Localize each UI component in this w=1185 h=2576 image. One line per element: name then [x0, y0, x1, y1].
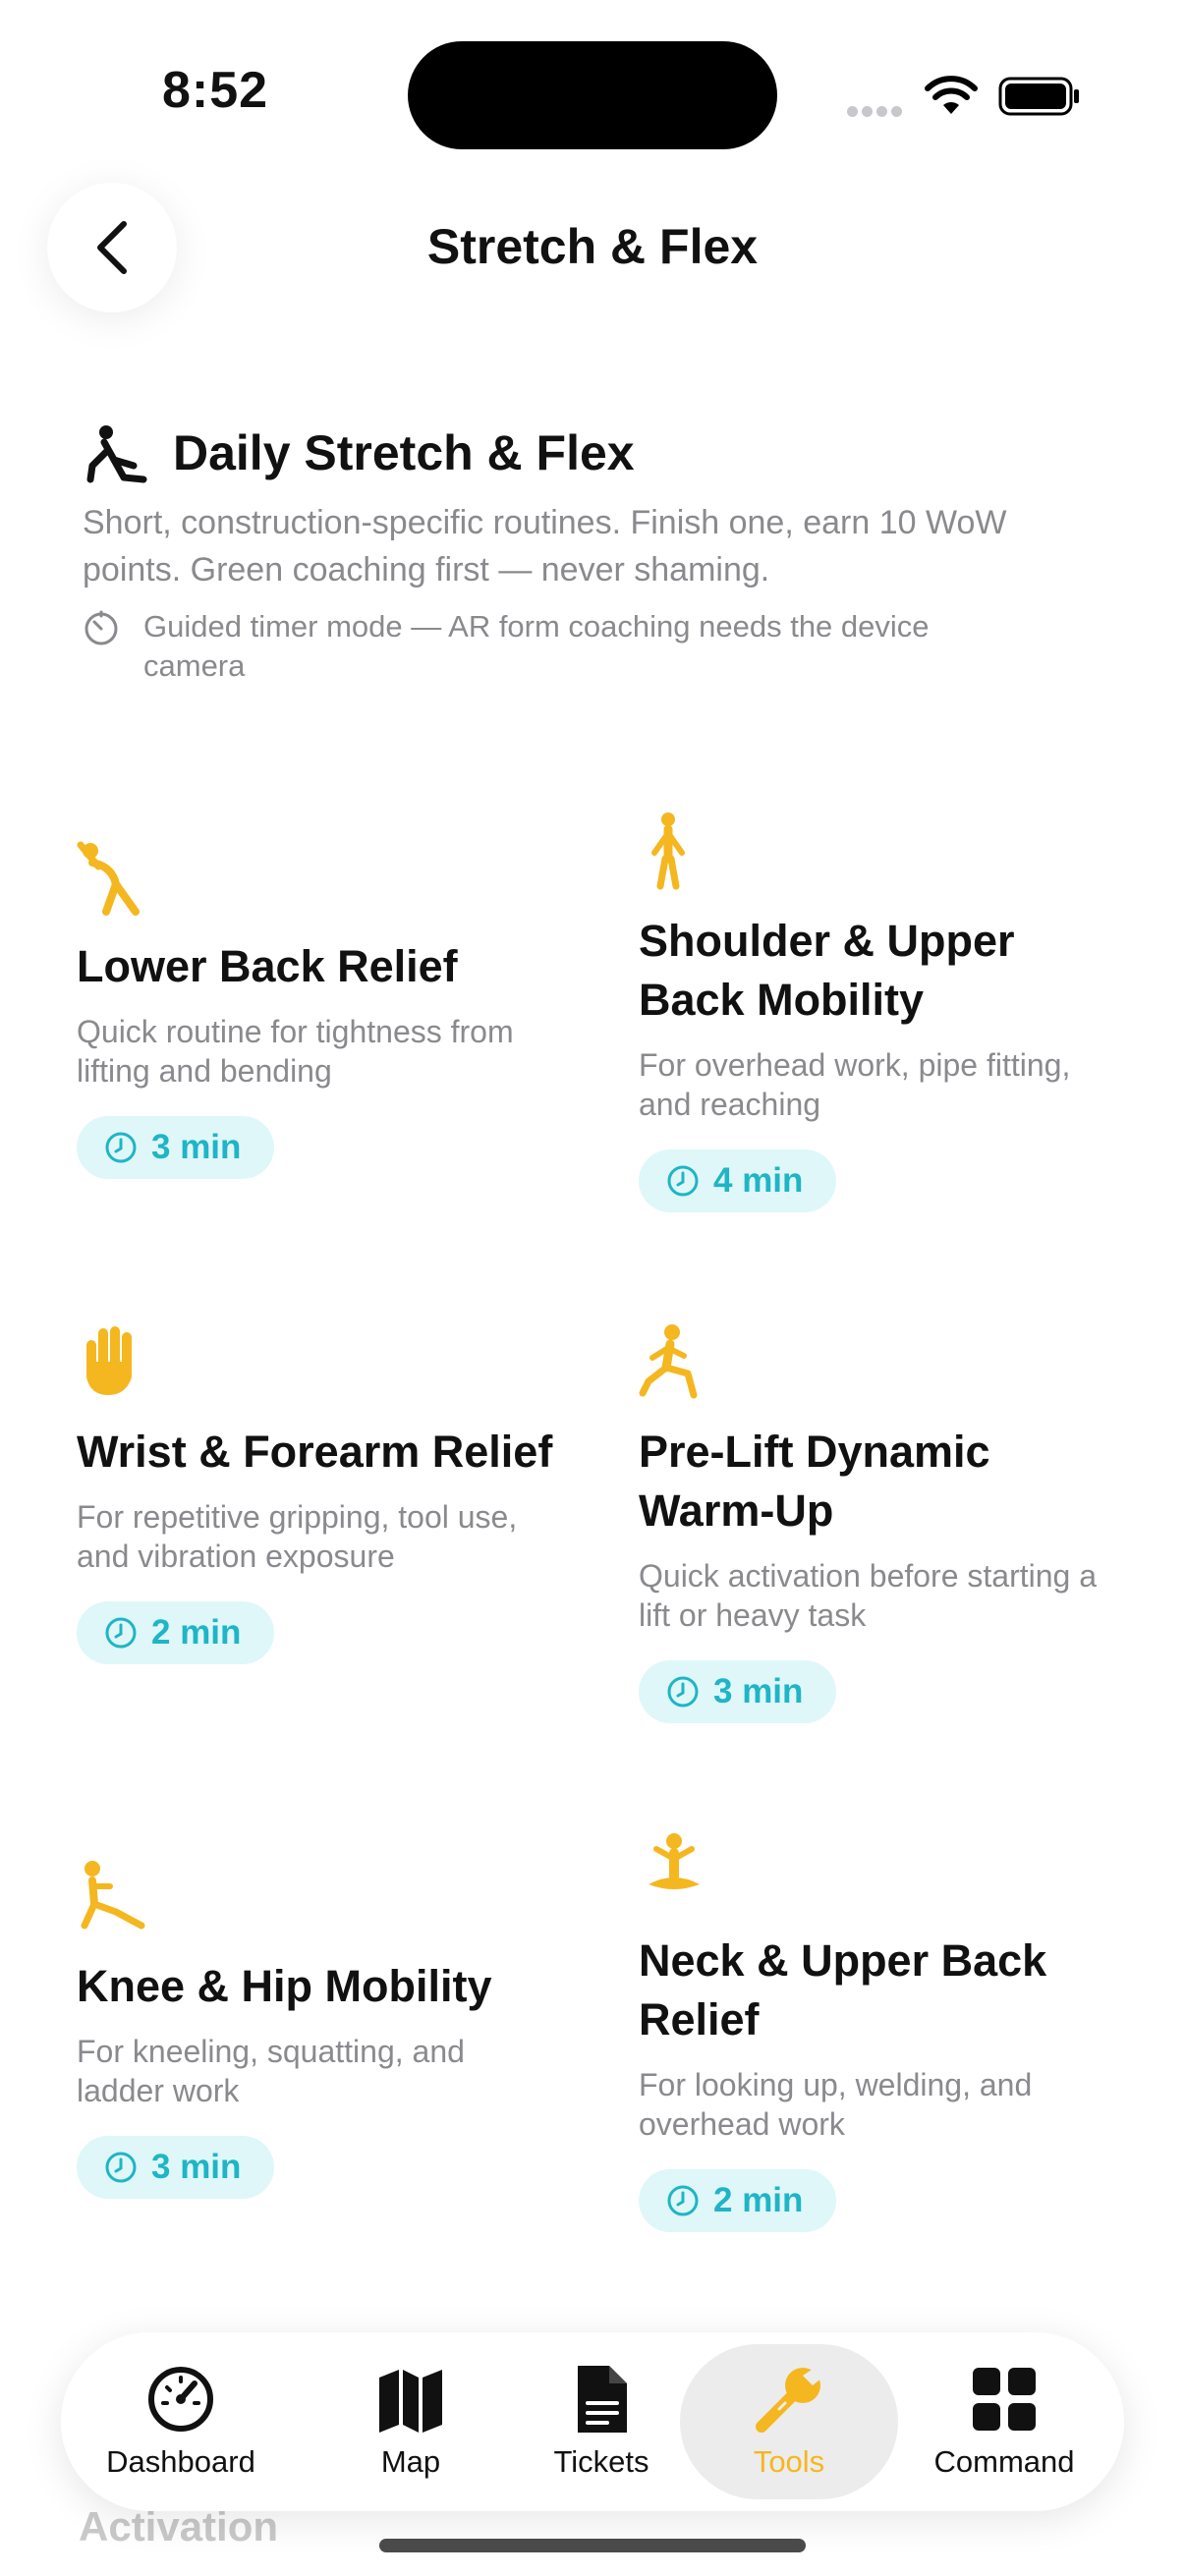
- stretching-figure-icon: [86, 425, 147, 483]
- duration-badge: 3 min: [639, 1660, 837, 1723]
- wifi-icon: [925, 76, 978, 114]
- tab-dashboard[interactable]: Dashboard: [100, 2344, 261, 2499]
- duration-label: 3 min: [713, 1672, 804, 1710]
- duration-label: 2 min: [713, 2181, 804, 2219]
- dynamic-island: [408, 41, 777, 149]
- routine-title: Pre-Lift Dynamic Warm-Up: [639, 1427, 990, 1536]
- intro-note: Guided timer mode — AR form coaching nee…: [143, 609, 930, 683]
- clock-icon: [105, 1617, 137, 1649]
- routine-description: For repetitive gripping, tool use, and v…: [77, 1499, 518, 1574]
- grid-icon: [973, 2368, 1036, 2431]
- routine-card-neck[interactable]: Neck & Upper Back Relief For looking up,…: [639, 1831, 1130, 2232]
- routine-card-lower-back[interactable]: Lower Back Relief Quick routine for tigh…: [77, 837, 568, 1179]
- clock-icon: [667, 1165, 699, 1197]
- tab-label: Command: [933, 2444, 1075, 2479]
- document-icon: [578, 2366, 627, 2433]
- routine-title: Wrist & Forearm Relief: [77, 1427, 553, 1477]
- tab-label: Map: [380, 2444, 441, 2479]
- routine-title: Neck & Upper Back Relief: [639, 1935, 1047, 2044]
- duration-label: 2 min: [151, 1613, 242, 1652]
- routine-title: Knee & Hip Mobility: [77, 1961, 492, 2011]
- routine-description: Quick routine for tightness from lifting…: [77, 1014, 514, 1089]
- screen: 8:52 Stretch & Flex Daily Stretch & Flex…: [0, 0, 1185, 2576]
- wrench-icon: [756, 2368, 822, 2433]
- routine-title: Lower Back Relief: [77, 941, 458, 991]
- intro-heading: Daily Stretch & Flex: [173, 425, 635, 480]
- clock-icon: [105, 2152, 137, 2183]
- routine-title: Shoulder & Upper Back Mobility: [639, 916, 1015, 1025]
- tab-tools[interactable]: Tools: [680, 2344, 898, 2499]
- duration-badge: 2 min: [639, 2169, 837, 2232]
- clock-icon: [105, 1132, 137, 1163]
- duration-label: 4 min: [713, 1161, 804, 1200]
- routine-description: For overhead work, pipe fitting, and rea…: [639, 1047, 1071, 1122]
- tab-label: Tickets: [553, 2444, 649, 2479]
- clock-icon: [667, 2185, 699, 2216]
- clock-icon: [667, 1676, 699, 1708]
- lunge-figure-icon: [639, 1324, 698, 1399]
- home-indicator: [379, 2539, 806, 2552]
- routine-card-warm-up[interactable]: Pre-Lift Dynamic Warm-Up Quick activatio…: [639, 1322, 1130, 1723]
- map-icon: [379, 2370, 442, 2433]
- tab-command[interactable]: Command: [906, 2344, 1102, 2499]
- gauge-icon: [148, 2367, 213, 2432]
- tab-label: Dashboard: [106, 2444, 255, 2479]
- side-bend-figure-icon: [77, 841, 140, 916]
- routine-description: For kneeling, squatting, and ladder work: [77, 2034, 465, 2108]
- timer-icon: [85, 610, 118, 645]
- status-time: 8:52: [162, 62, 269, 119]
- tab-map[interactable]: Map: [356, 2344, 466, 2499]
- tab-bar: Dashboard Map Tickets Tools Command: [61, 2332, 1124, 2511]
- duration-badge: 3 min: [77, 2136, 275, 2199]
- duration-label: 3 min: [151, 2148, 242, 2186]
- duration-badge: 3 min: [77, 1116, 275, 1179]
- routine-description: Quick activation before starting a lift …: [639, 1558, 1098, 1633]
- page-title: Stretch & Flex: [426, 219, 759, 274]
- intro-description: Short, construction-specific routines. F…: [83, 504, 1007, 588]
- tab-tickets[interactable]: Tickets: [533, 2344, 670, 2499]
- duration-badge: 2 min: [77, 1601, 275, 1664]
- routine-card-wrist[interactable]: Wrist & Forearm Relief For repetitive gr…: [77, 1322, 568, 1664]
- floor-stretch-figure-icon: [81, 1861, 145, 1930]
- routine-card-shoulder[interactable]: Shoulder & Upper Back Mobility For overh…: [639, 812, 1130, 1212]
- battery-icon: [998, 77, 1079, 116]
- duration-badge: 4 min: [639, 1149, 837, 1212]
- routine-card-knee-hip[interactable]: Knee & Hip Mobility For kneeling, squatt…: [77, 1857, 568, 2199]
- routine-description: For looking up, welding, and overhead wo…: [639, 2067, 1033, 2142]
- duration-label: 3 min: [151, 1128, 242, 1166]
- tab-label: Tools: [753, 2444, 825, 2479]
- standing-figure-icon: [651, 812, 685, 890]
- raised-hand-icon: [86, 1326, 132, 1395]
- cellular-signal-icon: [847, 104, 906, 117]
- meditation-figure-icon: [649, 1833, 700, 1889]
